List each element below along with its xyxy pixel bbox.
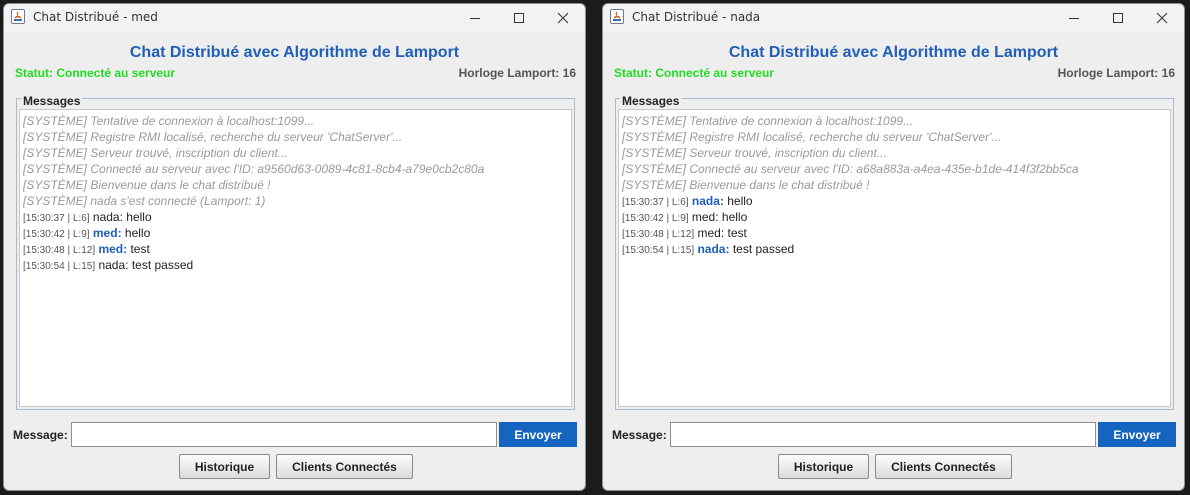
message-sender: med: [92, 226, 122, 240]
minimize-icon [1069, 18, 1079, 19]
title-bar[interactable]: Chat Distribué - med [4, 4, 585, 32]
message-label: Message: [13, 428, 68, 442]
message-text: hello [126, 210, 152, 224]
connection-status: Statut: Connecté au serveur [15, 66, 176, 80]
system-message-text: [SYSTÈME] Registre RMI localisé, recherc… [23, 130, 403, 144]
message-input[interactable] [670, 422, 1096, 447]
message-text: hello [124, 226, 151, 240]
connected-clients-button[interactable]: Clients Connectés [276, 454, 413, 479]
chat-message: [15:30:42 | L:9] med: hello [23, 225, 568, 241]
system-message: [SYSTÈME] Serveur trouvé, inscription du… [23, 145, 568, 161]
window-title: Chat Distribué - med [33, 10, 158, 24]
maximize-button[interactable] [497, 4, 541, 32]
system-message: [SYSTÈME] Connecté au serveur avec l'ID:… [622, 161, 1167, 177]
messages-area[interactable]: [SYSTÈME] Tentative de connexion à local… [618, 109, 1171, 407]
message-timestamp: [15:30:42 | L:9] [622, 213, 689, 224]
message-text: test passed [732, 242, 795, 256]
message-sender: med: [697, 226, 725, 240]
minimize-button[interactable] [453, 4, 497, 32]
close-icon [557, 12, 569, 24]
chat-message: [15:30:54 | L:15] nada: test passed [23, 257, 568, 273]
message-timestamp: [15:30:48 | L:12] [622, 229, 695, 240]
system-message: [SYSTÈME] Connecté au serveur avec l'ID:… [23, 161, 568, 177]
message-sender: med: [691, 210, 719, 224]
window-title: Chat Distribué - nada [632, 10, 761, 24]
system-message-text: [SYSTÈME] Connecté au serveur avec l'ID:… [622, 162, 1079, 176]
system-message: [SYSTÈME] Bienvenue dans le chat distrib… [622, 177, 1167, 193]
system-message-text: [SYSTÈME] Connecté au serveur avec l'ID:… [23, 162, 485, 176]
history-button[interactable]: Historique [179, 454, 270, 479]
system-message-text: [SYSTÈME] Serveur trouvé, inscription du… [622, 146, 887, 160]
send-button[interactable]: Envoyer [499, 422, 577, 447]
system-message-text: [SYSTÈME] Bienvenue dans le chat distrib… [23, 178, 271, 192]
lamport-clock: Horloge Lamport: 16 [458, 66, 576, 80]
message-sender: nada: [691, 194, 724, 208]
message-sender: nada: [98, 258, 129, 272]
system-message-text: [SYSTÈME] nada s'est connecté (Lamport: … [23, 194, 266, 208]
system-message-text: [SYSTÈME] Tentative de connexion à local… [622, 114, 914, 128]
message-text: test [727, 226, 747, 240]
connected-clients-button[interactable]: Clients Connectés [875, 454, 1012, 479]
system-message-text: [SYSTÈME] Bienvenue dans le chat distrib… [622, 178, 870, 192]
close-button[interactable] [1140, 4, 1184, 32]
app-heading: Chat Distribué avec Algorithme de Lampor… [728, 44, 1059, 61]
java-app-icon [11, 9, 25, 24]
history-button[interactable]: Historique [778, 454, 869, 479]
close-icon [1156, 12, 1168, 24]
system-message-text: [SYSTÈME] Tentative de connexion à local… [23, 114, 315, 128]
messages-panel-label: Messages [21, 94, 83, 108]
message-timestamp: [15:30:42 | L:9] [23, 229, 90, 240]
system-message: [SYSTÈME] Registre RMI localisé, recherc… [622, 129, 1167, 145]
minimize-button[interactable] [1052, 4, 1096, 32]
message-timestamp: [15:30:54 | L:15] [622, 245, 695, 256]
message-text: hello [727, 194, 753, 208]
chat-message: [15:30:42 | L:9] med: hello [622, 209, 1167, 225]
messages-panel: Messages [SYSTÈME] Tentative de connexio… [615, 94, 1174, 410]
message-timestamp: [15:30:54 | L:15] [23, 261, 96, 272]
message-sender: nada: [92, 210, 123, 224]
chat-window-med: Chat Distribué - med Chat Distribué avec… [3, 3, 586, 491]
send-button[interactable]: Envoyer [1098, 422, 1176, 447]
message-label: Message: [612, 428, 667, 442]
message-timestamp: [15:30:37 | L:6] [23, 213, 90, 224]
system-message: [SYSTÈME] Bienvenue dans le chat distrib… [23, 177, 568, 193]
messages-panel: Messages [SYSTÈME] Tentative de connexio… [16, 94, 575, 410]
system-message-text: [SYSTÈME] Serveur trouvé, inscription du… [23, 146, 288, 160]
messages-panel-label: Messages [620, 94, 682, 108]
chat-window-nada: Chat Distribué - nada Chat Distribué ave… [602, 3, 1185, 491]
title-bar[interactable]: Chat Distribué - nada [603, 4, 1184, 32]
message-timestamp: [15:30:48 | L:12] [23, 245, 96, 256]
chat-message: [15:30:54 | L:15] nada: test passed [622, 241, 1167, 257]
message-input[interactable] [71, 422, 497, 447]
maximize-icon [1113, 13, 1123, 23]
chat-message: [15:30:37 | L:6] nada: hello [23, 209, 568, 225]
message-sender: med: [98, 242, 128, 256]
minimize-icon [470, 18, 480, 19]
lamport-clock: Horloge Lamport: 16 [1057, 66, 1175, 80]
system-message: [SYSTÈME] nada s'est connecté (Lamport: … [23, 193, 568, 209]
chat-message: [15:30:48 | L:12] med: test [23, 241, 568, 257]
message-text: test passed [131, 258, 194, 272]
chat-message: [15:30:37 | L:6] nada: hello [622, 193, 1167, 209]
connection-status: Statut: Connecté au serveur [614, 66, 775, 80]
system-message-text: [SYSTÈME] Registre RMI localisé, recherc… [622, 130, 1002, 144]
system-message: [SYSTÈME] Tentative de connexion à local… [23, 113, 568, 129]
chat-message: [15:30:48 | L:12] med: test [622, 225, 1167, 241]
maximize-icon [514, 13, 524, 23]
messages-area[interactable]: [SYSTÈME] Tentative de connexion à local… [19, 109, 572, 407]
message-sender: nada: [697, 242, 730, 256]
message-text: hello [721, 210, 748, 224]
system-message: [SYSTÈME] Registre RMI localisé, recherc… [23, 129, 568, 145]
message-text: test [130, 242, 150, 256]
message-timestamp: [15:30:37 | L:6] [622, 197, 689, 208]
system-message: [SYSTÈME] Tentative de connexion à local… [622, 113, 1167, 129]
system-message: [SYSTÈME] Serveur trouvé, inscription du… [622, 145, 1167, 161]
close-button[interactable] [541, 4, 585, 32]
maximize-button[interactable] [1096, 4, 1140, 32]
app-heading: Chat Distribué avec Algorithme de Lampor… [129, 44, 460, 61]
java-app-icon [610, 9, 624, 24]
